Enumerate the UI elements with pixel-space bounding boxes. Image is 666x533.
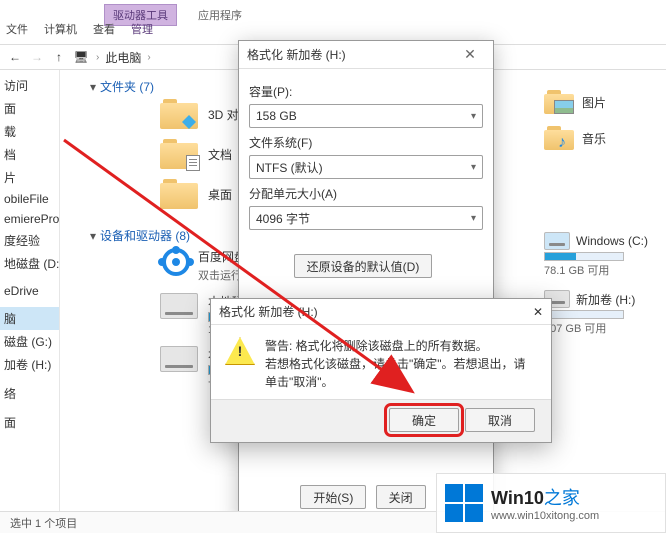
format-dialog-title: 格式化 新加卷 (H:) [247, 46, 346, 63]
sidebar: 访问 面 载 档 片 obileFile emierePro 度经验 地磁盘 (… [0, 70, 60, 533]
confirm-dialog-title: 格式化 新加卷 (H:) [219, 303, 318, 320]
folder-icon [544, 90, 574, 114]
cancel-button[interactable]: 取消 [465, 408, 535, 432]
sidebar-item-this-pc[interactable]: 脑 [0, 307, 59, 330]
format-dialog: 格式化 新加卷 (H:) ✕ 容量(P): 158 GB▾ 文件系统(F) NT… [238, 40, 494, 520]
close-button[interactable]: 关闭 [376, 485, 426, 509]
folder-label: 桌面 [208, 186, 232, 203]
drive-name: 新加卷 (H:) [576, 291, 635, 308]
folder-label: 文档 [208, 146, 232, 163]
drive-icon [160, 293, 198, 319]
ok-button[interactable]: 确定 [389, 408, 459, 432]
nav-back-icon[interactable]: ← [6, 48, 24, 66]
sidebar-item[interactable]: obileFile [0, 189, 59, 209]
sidebar-item[interactable]: 档 [0, 143, 59, 166]
watermark-url: www.win10xitong.com [491, 510, 599, 522]
breadcrumb-this-pc[interactable]: 此电脑 [105, 49, 141, 66]
sidebar-item[interactable]: 访问 [0, 74, 59, 97]
drive-item-c[interactable]: Windows (C:) 78.1 GB 可用 [544, 232, 664, 278]
drive-capacity-bar [544, 252, 624, 261]
warning-icon [225, 337, 255, 365]
drive-sub: 78.1 GB 可用 [544, 262, 664, 278]
start-button[interactable]: 开始(S) [300, 485, 366, 509]
baidu-icon [160, 248, 198, 278]
watermark-title: Win10之家 [491, 484, 599, 510]
ribbon-tab-view[interactable]: 查看 [93, 21, 115, 37]
watermark: Win10之家 www.win10xitong.com [436, 473, 666, 533]
sidebar-item[interactable]: 地磁盘 (D:) [0, 252, 59, 275]
sidebar-item[interactable]: 度经验 [0, 229, 59, 252]
chevron-down-icon: ▾ [471, 213, 476, 224]
sidebar-item[interactable]: 磁盘 (G:) [0, 330, 59, 353]
folder-icon [160, 99, 198, 129]
drive-icon [160, 346, 198, 372]
pc-icon: 🖥 [72, 48, 90, 66]
drive-sub: 407 GB 可用 [544, 320, 664, 336]
confirm-dialog: 格式化 新加卷 (H:) ✕ 警告: 格式化将删除该磁盘上的所有数据。 若想格式… [210, 298, 552, 443]
drive-icon [544, 232, 570, 250]
folder-item-music[interactable]: 音乐 [544, 126, 664, 150]
chevron-icon[interactable]: › [96, 52, 99, 63]
close-icon[interactable]: ✕ [533, 305, 543, 319]
status-text: 选中 1 个项目 [10, 515, 77, 531]
windows-logo-icon [445, 484, 483, 522]
sidebar-item[interactable]: 载 [0, 120, 59, 143]
capacity-label: 容量(P): [249, 83, 483, 100]
drive-item-h[interactable]: 新加卷 (H:) 407 GB 可用 [544, 290, 664, 336]
sidebar-item[interactable]: emierePro [0, 209, 59, 229]
sidebar-item[interactable]: eDrive [0, 281, 59, 301]
close-icon[interactable]: ✕ [455, 45, 485, 65]
allocation-label: 分配单元大小(A) [249, 185, 483, 202]
sidebar-item[interactable]: 面 [0, 411, 59, 434]
chevron-icon[interactable]: › [147, 52, 150, 63]
sidebar-item[interactable]: 面 [0, 97, 59, 120]
chevron-down-icon: ▾ [471, 162, 476, 173]
confirm-message-line2: 若想格式化该磁盘，请单击"确定"。若想退出，请单击"取消"。 [265, 355, 537, 391]
ribbon-tab-file[interactable]: 文件 [6, 21, 28, 37]
ribbon-tab-manage[interactable]: 管理 [131, 21, 153, 37]
folder-icon [160, 139, 198, 169]
sidebar-item[interactable]: 络 [0, 382, 59, 405]
filesystem-label: 文件系统(F) [249, 134, 483, 151]
folder-item-pictures[interactable]: 图片 [544, 90, 664, 114]
capacity-select[interactable]: 158 GB▾ [249, 104, 483, 128]
folder-icon [160, 179, 198, 209]
nav-fwd-icon[interactable]: → [28, 48, 46, 66]
confirm-message-line1: 警告: 格式化将删除该磁盘上的所有数据。 [265, 337, 537, 355]
folder-label: 图片 [582, 94, 606, 111]
restore-defaults-button[interactable]: 还原设备的默认值(D) [294, 254, 433, 278]
sidebar-item[interactable]: 加卷 (H:) [0, 353, 59, 376]
drive-capacity-bar [544, 310, 624, 319]
nav-up-icon[interactable]: ↑ [50, 48, 68, 66]
sidebar-item[interactable]: 片 [0, 166, 59, 189]
filesystem-select[interactable]: NTFS (默认)▾ [249, 155, 483, 179]
chevron-down-icon: ▾ [471, 111, 476, 122]
ribbon-tab-computer[interactable]: 计算机 [44, 21, 77, 37]
folder-icon [544, 126, 574, 150]
allocation-select[interactable]: 4096 字节▾ [249, 206, 483, 230]
folder-label: 音乐 [582, 130, 606, 147]
drive-name: Windows (C:) [576, 234, 648, 248]
